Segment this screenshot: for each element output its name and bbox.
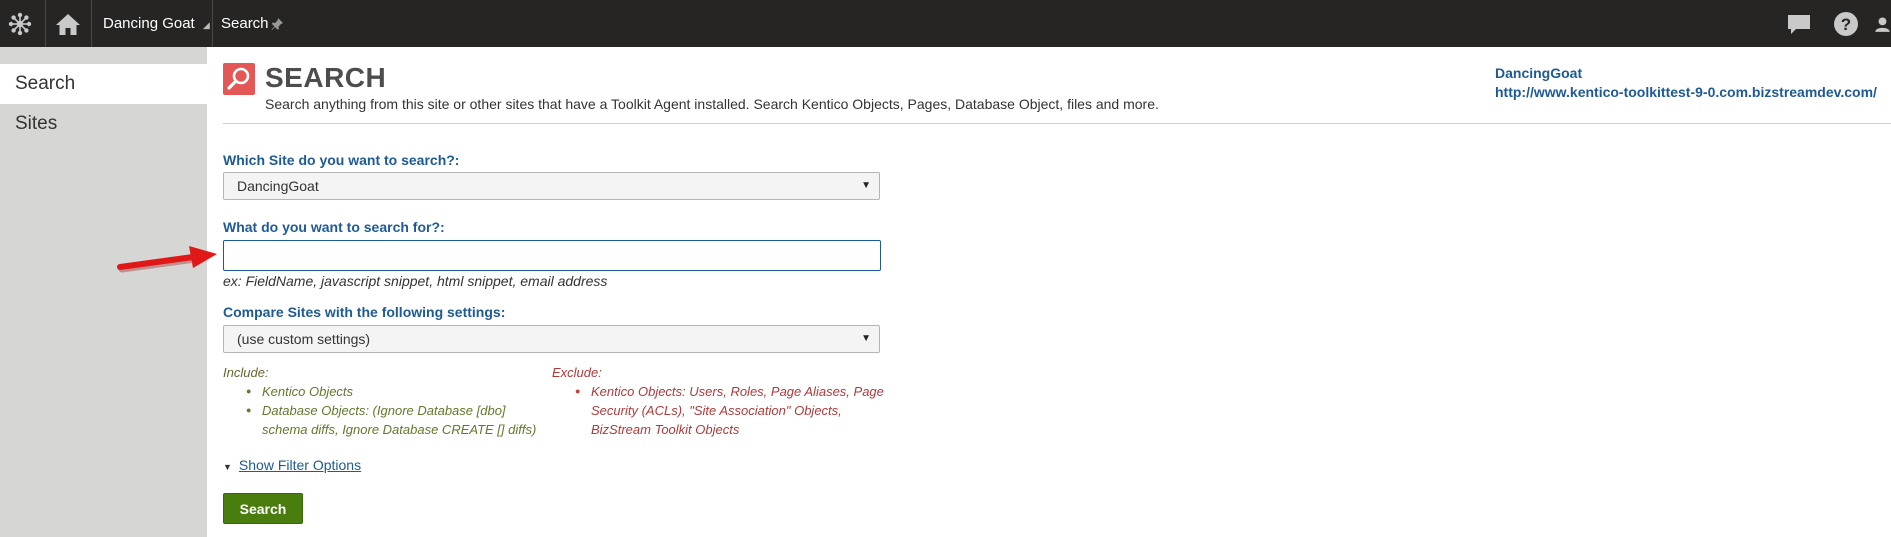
app-name-label: Search xyxy=(221,15,269,32)
site-select-label: Which Site do you want to search?: xyxy=(223,152,460,168)
current-site-name: DancingGoat xyxy=(1495,65,1583,81)
divider xyxy=(45,0,46,47)
home-icon[interactable] xyxy=(50,0,86,47)
svg-text:?: ? xyxy=(1841,15,1851,34)
show-filter-options-link[interactable]: ▼ Show Filter Options xyxy=(223,457,361,473)
site-select[interactable]: DancingGoat ▼ xyxy=(223,172,880,200)
annotation-arrow-icon xyxy=(117,246,217,273)
sidebar-item-search[interactable]: Search xyxy=(0,64,207,104)
sidebar-item-label: Sites xyxy=(15,113,58,134)
sidebar-item-label: Search xyxy=(15,73,76,94)
exclude-list: Kentico Objects: Users, Roles, Page Alia… xyxy=(575,382,895,439)
include-list: Kentico Objects Database Objects: (Ignor… xyxy=(246,382,546,439)
kentico-logo-icon[interactable] xyxy=(0,0,40,47)
top-bar: Dancing Goat ◢ Search ? xyxy=(0,0,1891,47)
list-item: Kentico Objects: Users, Roles, Page Alia… xyxy=(575,382,895,439)
site-selector-label: Dancing Goat xyxy=(103,15,195,32)
divider xyxy=(91,0,92,47)
search-hint: ex: FieldName, javascript snippet, html … xyxy=(223,273,608,289)
exclude-heading: Exclude: xyxy=(552,365,602,380)
chat-icon[interactable] xyxy=(1784,0,1814,47)
triangle-down-icon: ◢ xyxy=(202,20,210,30)
show-filter-options-label: Show Filter Options xyxy=(238,457,362,473)
sidebar: Search Sites xyxy=(0,47,207,537)
page-description: Search anything from this site or other … xyxy=(265,96,1159,112)
list-item: Database Objects: (Ignore Database [dbo]… xyxy=(246,401,546,439)
search-query-label: What do you want to search for?: xyxy=(223,219,445,235)
compare-settings-label: Compare Sites with the following setting… xyxy=(223,304,506,320)
sidebar-item-sites[interactable]: Sites xyxy=(0,104,207,144)
search-button[interactable]: Search xyxy=(223,493,303,524)
compare-settings-value: (use custom settings) xyxy=(237,331,371,347)
include-heading: Include: xyxy=(223,365,269,380)
divider xyxy=(223,123,1891,124)
compare-settings-select[interactable]: (use custom settings) ▼ xyxy=(223,325,880,353)
caret-down-icon: ▼ xyxy=(861,180,871,191)
site-selector[interactable]: Dancing Goat ◢ xyxy=(103,0,210,47)
caret-down-icon: ▼ xyxy=(861,333,871,344)
divider xyxy=(212,0,213,47)
caret-down-icon: ▼ xyxy=(223,462,232,472)
current-site-url[interactable]: http://www.kentico-toolkittest-9-0.com.b… xyxy=(1495,83,1877,102)
main-content: SEARCH Search anything from this site or… xyxy=(207,47,1891,537)
search-icon xyxy=(223,63,255,95)
user-icon[interactable] xyxy=(1874,0,1891,47)
page-title: SEARCH xyxy=(265,62,387,93)
current-site-info: DancingGoat http://www.kentico-toolkitte… xyxy=(1495,64,1877,102)
site-select-value: DancingGoat xyxy=(237,178,319,194)
search-input[interactable] xyxy=(223,240,881,271)
help-icon[interactable]: ? xyxy=(1831,0,1861,47)
app-name[interactable]: Search xyxy=(221,0,269,47)
list-item: Kentico Objects xyxy=(246,382,546,401)
pin-icon[interactable] xyxy=(269,0,285,47)
